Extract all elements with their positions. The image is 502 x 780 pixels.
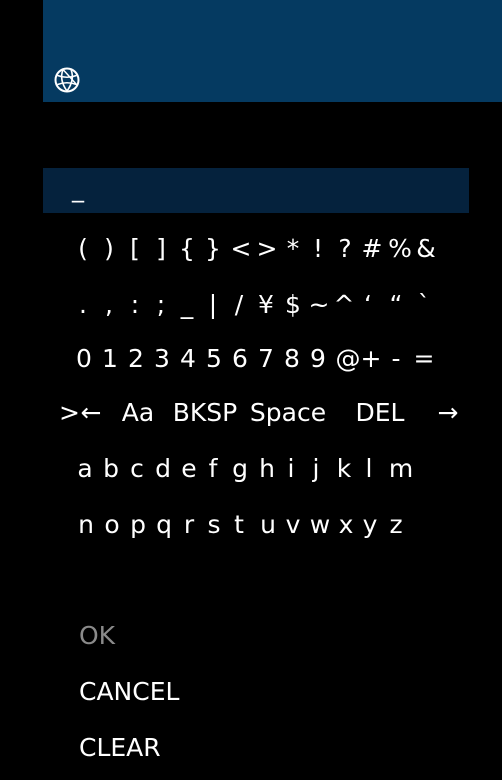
key[interactable]: = <box>414 341 435 377</box>
key[interactable]: 2 <box>128 341 144 377</box>
key[interactable]: % <box>388 231 412 267</box>
key[interactable]: o <box>104 507 119 543</box>
space-key[interactable]: Space <box>250 395 326 431</box>
key[interactable]: u <box>260 507 276 543</box>
key[interactable]: r <box>184 507 194 543</box>
key[interactable]: . <box>79 287 87 323</box>
key[interactable]: l <box>366 451 373 487</box>
clear-button[interactable]: CLEAR <box>79 730 161 766</box>
key[interactable]: x <box>339 507 354 543</box>
key[interactable]: ` <box>418 287 431 323</box>
key[interactable]: ~ <box>309 287 330 323</box>
delete-key[interactable]: DEL <box>356 395 405 431</box>
key[interactable]: / <box>235 287 243 323</box>
key[interactable]: > <box>257 231 278 267</box>
key[interactable]: { <box>179 231 195 267</box>
key[interactable]: j <box>313 451 320 487</box>
key[interactable]: p <box>130 507 146 543</box>
key[interactable]: v <box>286 507 301 543</box>
row-selector-marker: > <box>59 398 80 427</box>
key[interactable]: a <box>77 451 92 487</box>
key[interactable]: _ <box>181 287 194 323</box>
case-toggle-key[interactable]: Aa <box>122 395 154 431</box>
key[interactable]: m <box>389 451 413 487</box>
key[interactable]: , <box>105 287 113 323</box>
key[interactable]: 8 <box>284 341 300 377</box>
key[interactable]: e <box>181 451 196 487</box>
key[interactable]: 7 <box>258 341 274 377</box>
input-cursor: _ <box>72 175 84 203</box>
key[interactable]: $ <box>285 287 301 323</box>
key[interactable]: # <box>362 231 383 267</box>
key[interactable]: “ <box>390 287 403 323</box>
key[interactable]: ) <box>104 231 114 267</box>
key[interactable]: b <box>103 451 119 487</box>
cursor-right-key[interactable]: → <box>438 395 459 431</box>
key[interactable]: s <box>207 507 220 543</box>
key[interactable]: < <box>231 231 252 267</box>
key[interactable]: t <box>234 507 244 543</box>
key[interactable]: c <box>130 451 144 487</box>
globe-icon <box>54 67 80 93</box>
key[interactable]: } <box>205 231 221 267</box>
key[interactable]: ^ <box>334 287 355 323</box>
key[interactable]: ; <box>157 287 165 323</box>
cursor-left-key[interactable]: ← <box>81 395 102 431</box>
backspace-key[interactable]: BKSP <box>173 395 238 431</box>
key[interactable]: n <box>78 507 94 543</box>
key[interactable]: w <box>310 507 330 543</box>
key[interactable]: ¥ <box>258 287 274 323</box>
key[interactable]: 3 <box>154 341 170 377</box>
key[interactable]: 1 <box>102 341 118 377</box>
key[interactable]: ] <box>156 231 166 267</box>
key[interactable]: | <box>209 287 217 323</box>
key[interactable]: 5 <box>206 341 222 377</box>
key[interactable]: h <box>259 451 275 487</box>
key[interactable]: d <box>155 451 171 487</box>
cancel-button[interactable]: CANCEL <box>79 674 179 710</box>
key[interactable]: k <box>337 451 351 487</box>
key[interactable]: i <box>288 451 295 487</box>
key[interactable]: y <box>363 507 378 543</box>
key[interactable]: ‘ <box>364 287 372 323</box>
key[interactable]: 0 <box>76 341 92 377</box>
text-input-field[interactable]: _ <box>43 168 469 213</box>
key[interactable]: [ <box>130 231 140 267</box>
key[interactable]: + <box>361 341 382 377</box>
ok-button[interactable]: OK <box>79 618 115 654</box>
key[interactable]: * <box>287 231 300 267</box>
key[interactable]: ? <box>338 231 351 267</box>
key[interactable]: g <box>232 451 248 487</box>
key[interactable]: 6 <box>232 341 248 377</box>
key[interactable]: : <box>131 287 139 323</box>
key[interactable]: ! <box>313 231 323 267</box>
key[interactable]: - <box>391 341 400 377</box>
key[interactable]: ( <box>78 231 88 267</box>
key[interactable]: & <box>416 231 436 267</box>
key[interactable]: f <box>209 451 218 487</box>
key[interactable]: @ <box>336 341 361 377</box>
key[interactable]: z <box>389 507 402 543</box>
key[interactable]: q <box>156 507 172 543</box>
key[interactable]: 9 <box>310 341 326 377</box>
key[interactable]: 4 <box>180 341 196 377</box>
header-bar <box>43 0 502 102</box>
